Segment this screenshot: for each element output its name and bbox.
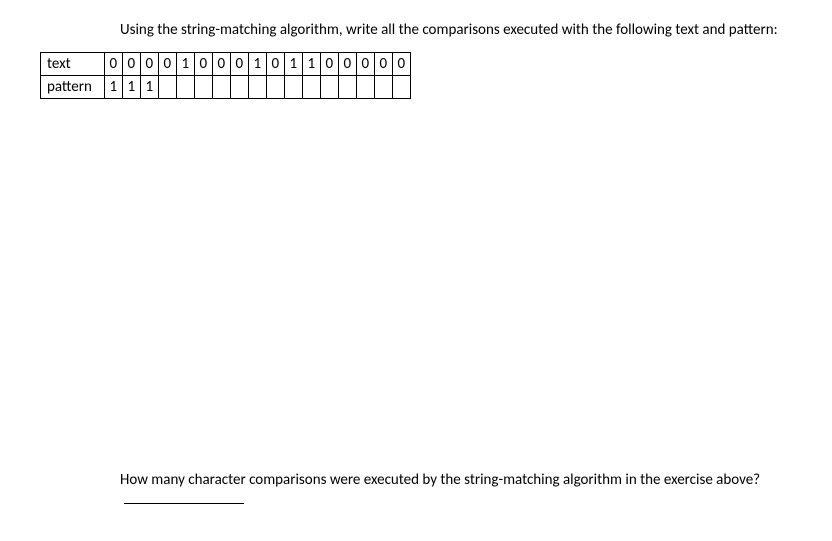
text-cell: 0 bbox=[104, 53, 122, 76]
pattern-cell bbox=[374, 76, 392, 99]
pattern-cell bbox=[284, 76, 302, 99]
text-cell: 1 bbox=[302, 53, 320, 76]
pattern-cell bbox=[338, 76, 356, 99]
text-cell: 0 bbox=[392, 53, 410, 76]
text-row-label: text bbox=[41, 53, 105, 76]
table-row: text 0 0 0 0 1 0 0 0 1 0 1 1 0 0 0 0 0 bbox=[41, 53, 411, 76]
pattern-cell bbox=[302, 76, 320, 99]
pattern-cell bbox=[158, 76, 176, 99]
intro-text: Using the string-matching algorithm, wri… bbox=[120, 20, 792, 40]
text-cell: 1 bbox=[248, 53, 266, 76]
comparison-table: text 0 0 0 0 1 0 0 0 1 0 1 1 0 0 0 0 0 p… bbox=[40, 52, 411, 99]
text-cell: 0 bbox=[338, 53, 356, 76]
pattern-cell bbox=[230, 76, 248, 99]
text-cell: 0 bbox=[158, 53, 176, 76]
text-cell: 1 bbox=[176, 53, 194, 76]
pattern-cell bbox=[392, 76, 410, 99]
pattern-cell bbox=[266, 76, 284, 99]
answer-blank[interactable] bbox=[124, 503, 244, 504]
question-2: How many character comparisons were exec… bbox=[120, 470, 772, 511]
pattern-cell bbox=[320, 76, 338, 99]
table-row: pattern 1 1 1 bbox=[41, 76, 411, 99]
text-cell: 0 bbox=[140, 53, 158, 76]
pattern-cell bbox=[176, 76, 194, 99]
text-cell: 0 bbox=[194, 53, 212, 76]
pattern-cell: 1 bbox=[140, 76, 158, 99]
question-2-text: How many character comparisons were exec… bbox=[120, 471, 760, 489]
pattern-row-label: pattern bbox=[41, 76, 105, 99]
text-cell: 0 bbox=[122, 53, 140, 76]
pattern-cell bbox=[248, 76, 266, 99]
pattern-cell bbox=[194, 76, 212, 99]
text-cell: 0 bbox=[320, 53, 338, 76]
text-cell: 0 bbox=[356, 53, 374, 76]
pattern-cell: 1 bbox=[122, 76, 140, 99]
text-cell: 0 bbox=[212, 53, 230, 76]
text-cell: 0 bbox=[374, 53, 392, 76]
pattern-cell: 1 bbox=[104, 76, 122, 99]
text-cell: 0 bbox=[266, 53, 284, 76]
text-cell: 0 bbox=[230, 53, 248, 76]
text-cell: 1 bbox=[284, 53, 302, 76]
pattern-cell bbox=[356, 76, 374, 99]
pattern-cell bbox=[212, 76, 230, 99]
